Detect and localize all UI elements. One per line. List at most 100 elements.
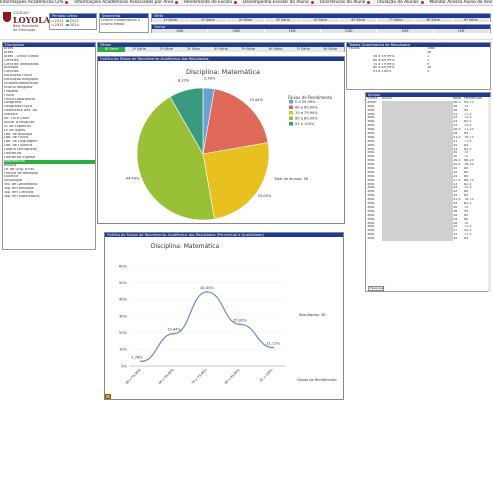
x-tick-label: 70 a 79,99% [191, 368, 208, 385]
radio-icon [66, 19, 69, 23]
pie-chart-title: Disciplina: Matemática [186, 68, 260, 76]
legend-label: 60 a 69,99% [295, 106, 318, 110]
line-side-label: Resultados: 36 [299, 313, 326, 317]
report-tab[interactable]: Informações Acadêmicas CPS [0, 0, 69, 5]
year-label: 2013 [54, 23, 64, 27]
segment-option[interactable]: Ensino Médio [101, 23, 148, 27]
data-point[interactable] [272, 346, 274, 349]
y-tick-label: 40% [119, 298, 128, 302]
data-point[interactable] [239, 323, 241, 326]
series-bar-item[interactable]: 6ª Série [261, 47, 290, 52]
serie-option[interactable]: 3ª Série [227, 18, 265, 22]
turma-option[interactable]: 1MC [264, 29, 321, 33]
x-tick-label: 80 a 89,99% [224, 368, 241, 385]
x-tick-label: 91 a 100% [259, 368, 274, 383]
logo-line3: Belo Horizonte de Educação [13, 24, 39, 32]
export-icon[interactable] [105, 394, 111, 399]
disciplinas-panel: Disciplinas Artes Artes Artes - Ofício Tea… [2, 42, 96, 250]
y-tick-label: 20% [119, 331, 128, 335]
legend-swatch [289, 116, 293, 120]
turma-filter: Turma 1MA 1MB 1MC 1MD 1ME 1MF [151, 24, 491, 33]
serie-option[interactable]: 4ª Série [264, 18, 303, 22]
report-tab[interactable]: Monitor Acesso Aluno do Ano [430, 0, 493, 5]
quant-value: 3 [427, 70, 430, 74]
data-label: 25,00% [233, 318, 247, 322]
close-tab-icon[interactable] [367, 1, 371, 4]
legend-swatch [289, 111, 293, 115]
report-tab[interactable]: Ocorrências do Aluno [320, 0, 371, 5]
legend-label: 70 a 79,99% [295, 111, 318, 115]
turma-option[interactable]: 1MD [320, 29, 378, 33]
series-bar-item[interactable]: 2ª Série [152, 47, 180, 52]
close-tab-icon[interactable] [233, 1, 237, 4]
series-bar-item[interactable]: 7ª Série [289, 47, 317, 52]
close-tab-icon[interactable] [175, 1, 179, 4]
close-tab-icon[interactable] [420, 1, 424, 4]
report-tab[interactable]: Rendimento de Escola [184, 0, 237, 5]
crest-icon [3, 12, 11, 22]
series-bar-item[interactable]: 1ª Série [125, 47, 153, 52]
line-xaxis-title: Faixas de Rendimento [297, 378, 337, 382]
series-bar-item[interactable]: 8ª Série [316, 47, 344, 52]
legend-swatch [289, 105, 293, 109]
report-tab[interactable]: Titulação de Alunos [376, 0, 424, 5]
serie-option[interactable]: 1ª Série [152, 18, 190, 22]
alunos-search[interactable]: Pesquisar [368, 286, 384, 291]
segment-filter: Segmento Ensino Fundamental II Ensino Méd… [99, 13, 149, 33]
line-chart-panel: Gráfico de Faixas de Rendimento Acadêmic… [104, 232, 344, 400]
turma-option[interactable]: 1MB [208, 29, 265, 33]
pie-chart-window-title: Gráfico de Faixas de Rendimento Acadêmic… [98, 57, 344, 61]
report-tab-label: Ocorrências do Aluno [319, 0, 366, 5]
close-tab-icon[interactable] [65, 1, 69, 4]
serie-option[interactable]: 5ª Série [302, 18, 340, 22]
legend-swatch [289, 122, 293, 126]
turma-option[interactable]: 1ME [377, 29, 434, 33]
series-bar: Séries 8ª Série 1ª Série 2ª Série 3ª Série 4… [97, 42, 345, 52]
turma-option[interactable]: 1MA [152, 29, 209, 33]
disciplina-item[interactable]: Tóp. em Matemática [4, 195, 95, 199]
aluno-cell: 85 [464, 237, 469, 241]
series-bar-item[interactable]: 3ª Série [179, 47, 208, 52]
legend-label: 0 a 59,99% [295, 100, 316, 104]
report-tab-label: Monitor Acesso Aluno do Ano [429, 0, 493, 5]
aluno-cell: 3MA [367, 237, 375, 241]
pie-total-label: Total de alunos: 36 [273, 177, 309, 181]
y-tick-label: 30% [119, 314, 128, 318]
serie-option[interactable]: 8ª Série [414, 18, 453, 22]
pie-slice[interactable] [202, 142, 270, 220]
serie-option[interactable]: 7ª Série [377, 18, 415, 22]
radio-icon [51, 23, 54, 27]
series-bar-item[interactable]: 4ª Série [207, 47, 235, 52]
y-tick-label: 50% [119, 281, 128, 285]
line-chart-title: Disciplina: Matemática [151, 243, 220, 250]
pie-chart: Disciplina: Matemática Faixas de Rendime… [126, 68, 333, 221]
aluno-cell: 34 [453, 237, 458, 241]
data-label: 44,44% [200, 286, 214, 290]
serie-filter: Série 1ª Série 2ª Série 3ª Série 4ª Série 5ª… [151, 13, 491, 22]
year-label: 2014 [69, 23, 79, 27]
year-option[interactable]: 2013 [51, 23, 63, 27]
pie-pct-label: 44,44% [126, 177, 140, 181]
report-tab[interactable]: Desempenho Escolar do Aluno [243, 0, 314, 5]
serie-option[interactable]: 9ª Série [452, 18, 491, 22]
pie-pct-label: 19,44% [249, 98, 263, 102]
data-label: 19,44% [167, 328, 181, 332]
data-point[interactable] [140, 360, 142, 363]
serie-option[interactable]: 2ª Série [189, 18, 228, 22]
series-bar-item[interactable]: 5ª Série [234, 47, 262, 52]
report-tabs-bar: Informações Acadêmicas CPS Informações Ac… [0, 0, 493, 6]
y-tick-label: 10% [119, 348, 128, 352]
alunos-scrollbar[interactable] [488, 97, 491, 292]
data-point[interactable] [173, 332, 175, 335]
report-tab-label: Informações Acadêmicas CPS [0, 0, 64, 5]
report-tab-label: Titulação de Alunos [376, 0, 419, 5]
series-line[interactable] [140, 291, 274, 362]
report-tab[interactable]: Informações Acadêmicas Associadas por Ár… [74, 0, 179, 5]
serie-option[interactable]: 6ª Série [339, 18, 378, 22]
series-bar-item[interactable]: 8ª Série [98, 47, 126, 52]
turma-option[interactable]: 1MF [433, 29, 490, 33]
data-point[interactable] [206, 291, 208, 293]
aluno-row[interactable]: 3MA BRUNO 34 85 [367, 237, 490, 241]
year-option[interactable]: 2014 [66, 23, 79, 27]
close-tab-icon[interactable] [310, 1, 314, 4]
